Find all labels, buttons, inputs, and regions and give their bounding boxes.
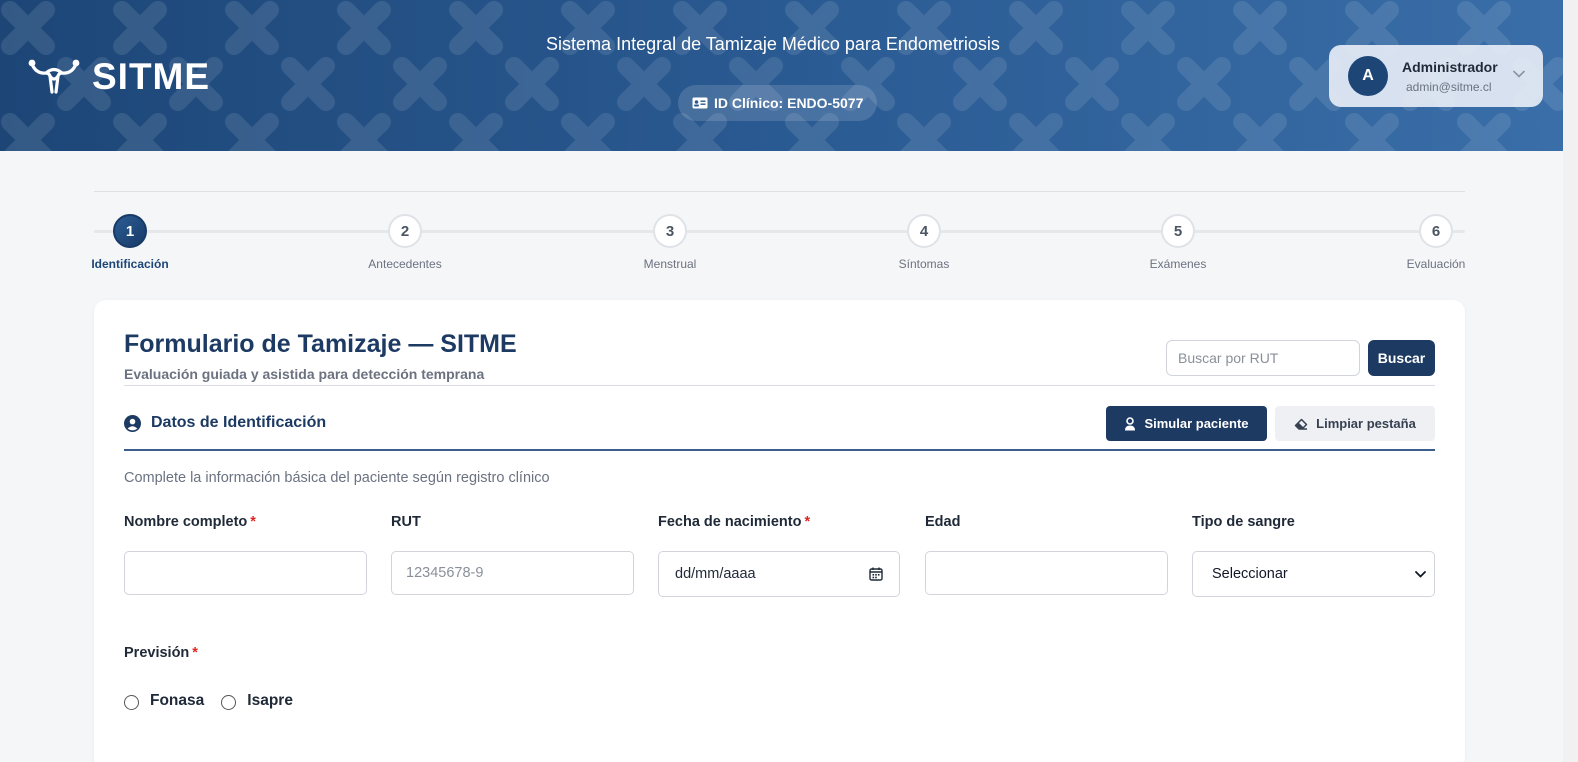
avatar: A <box>1348 56 1388 96</box>
clinic-id-badge: ID Clínico: ENDO-5077 <box>678 85 878 121</box>
calendar-icon[interactable] <box>869 567 883 581</box>
app-header: SITME Sistema Integral de Tamizaje Médic… <box>0 0 1563 151</box>
eraser-icon <box>1294 418 1308 430</box>
search-button[interactable]: Buscar <box>1368 340 1435 376</box>
full-name-input[interactable] <box>124 551 367 595</box>
rut-label: RUT <box>391 514 421 530</box>
step-examenes[interactable]: 5 <box>1161 214 1195 248</box>
section-title: Datos de Identificación <box>151 414 327 431</box>
birthdate-label-text: Fecha de nacimiento <box>658 514 802 530</box>
required-marker: * <box>250 514 256 530</box>
fonasa-label[interactable]: Fonasa <box>150 692 204 710</box>
form-header-divider <box>124 385 1435 386</box>
section-header: Datos de Identificación <box>124 414 326 432</box>
header-title: Sistema Integral de Tamizaje Médico para… <box>546 34 1000 54</box>
prevision-options: Fonasa Isapre <box>124 692 310 710</box>
name-label-text: Nombre completo <box>124 514 248 530</box>
required-marker: * <box>804 514 811 530</box>
birthdate-label: Fecha de nacimiento * <box>658 514 810 530</box>
step-antecedentes[interactable]: 2 <box>388 214 422 248</box>
clear-tab-button[interactable]: Limpiar pestaña <box>1275 406 1435 441</box>
fonasa-radio[interactable] <box>124 695 139 710</box>
birthdate-placeholder: dd/mm/aaaa <box>675 566 756 582</box>
page-scrollbar[interactable] <box>1563 0 1578 762</box>
prevision-label: Previsión * <box>124 645 198 661</box>
brand[interactable]: SITME <box>28 56 210 98</box>
form-title: Formulario de Tamizaje — SITME <box>124 330 517 358</box>
user-circle-icon <box>124 414 141 432</box>
step-evaluacion[interactable]: 6 <box>1419 214 1453 248</box>
rut-input[interactable] <box>391 551 634 595</box>
simulate-patient-button[interactable]: Simular paciente <box>1106 406 1267 441</box>
brand-name: SITME <box>92 56 211 97</box>
blood-type-label-text: Tipo de sangre <box>1192 514 1295 530</box>
user-menu[interactable]: A Administrador admin@sitme.cl <box>1329 45 1543 107</box>
birthdate-input[interactable]: dd/mm/aaaa <box>658 551 900 597</box>
blood-type-select[interactable]: Seleccionar <box>1192 551 1435 597</box>
step-label-menstrual: Menstrual <box>643 257 697 271</box>
chevron-down-icon <box>1415 570 1426 578</box>
top-divider <box>94 191 1465 192</box>
section-description: Complete la información básica del pacie… <box>124 470 550 486</box>
step-label-sintomas: Síntomas <box>898 257 950 271</box>
age-label-text: Edad <box>925 514 961 530</box>
chevron-down-icon[interactable] <box>1513 70 1525 78</box>
blood-type-selected: Seleccionar <box>1212 566 1288 582</box>
required-marker: * <box>192 645 198 661</box>
user-doctor-icon <box>1125 416 1136 430</box>
clear-tab-label: Limpiar pestaña <box>1316 416 1416 431</box>
clinic-id-text: ID Clínico: ENDO-5077 <box>714 95 864 111</box>
stepper-track <box>94 230 1465 233</box>
age-label: Edad <box>925 514 960 530</box>
section-divider <box>124 449 1435 451</box>
user-email: admin@sitme.cl <box>1406 79 1492 94</box>
form-card: Formulario de Tamizaje — SITME Evaluació… <box>94 300 1465 762</box>
step-label-antecedentes: Antecedentes <box>368 257 442 271</box>
uterus-logo-icon <box>28 59 80 94</box>
form-subtitle: Evaluación guiada y asistida para detecc… <box>124 366 485 382</box>
step-label-identificacion: Identificación <box>91 257 169 271</box>
simulate-patient-label: Simular paciente <box>1144 416 1249 431</box>
step-identificacion[interactable]: 1 <box>113 214 147 248</box>
step-label-examenes: Exámenes <box>1149 257 1207 271</box>
user-info: Administrador admin@sitme.cl <box>1402 59 1498 94</box>
blood-type-label: Tipo de sangre <box>1192 514 1295 530</box>
step-label-evaluacion: Evaluación <box>1406 257 1466 271</box>
id-card-icon <box>692 97 708 109</box>
isapre-label[interactable]: Isapre <box>247 692 293 710</box>
age-input[interactable] <box>925 551 1168 595</box>
isapre-radio[interactable] <box>221 695 237 710</box>
step-sintomas[interactable]: 4 <box>907 214 941 248</box>
rut-search-input[interactable] <box>1166 340 1360 376</box>
name-label: Nombre completo * <box>124 514 256 530</box>
rut-label-text: RUT <box>391 514 421 530</box>
step-menstrual[interactable]: 3 <box>653 214 687 248</box>
user-name: Administrador <box>1402 58 1498 75</box>
prevision-label-text: Previsión <box>124 645 190 661</box>
